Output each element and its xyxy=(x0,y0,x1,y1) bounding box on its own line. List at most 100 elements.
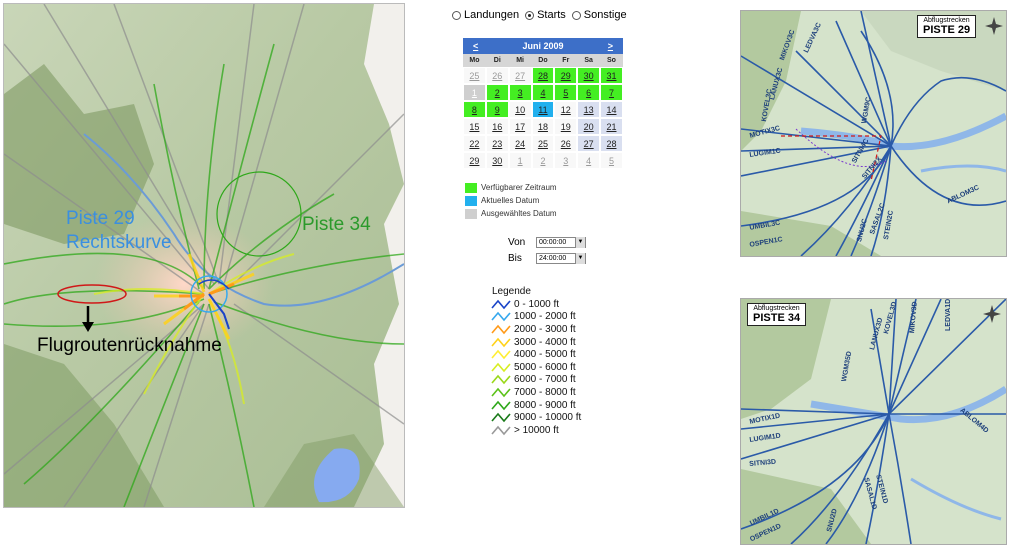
calendar-day[interactable]: 21 xyxy=(600,118,623,135)
time-from-select[interactable]: 00:00:00 ▼ xyxy=(536,236,586,248)
radio-sonstige[interactable]: Sonstige xyxy=(571,9,627,21)
altitude-swatch-icon xyxy=(491,362,511,372)
calendar-day[interactable]: 3 xyxy=(554,152,578,169)
calendar-day[interactable]: 10 xyxy=(508,101,532,118)
calendar-day[interactable]: 20 xyxy=(577,118,601,135)
time-from-row: Von 00:00:00 ▼ xyxy=(508,234,586,250)
radio-landungen-dot[interactable] xyxy=(452,10,461,20)
altitude-legend-label: > 10000 ft xyxy=(514,424,559,436)
altitude-legend-item: 6000 - 7000 ft xyxy=(490,374,581,387)
calendar-day[interactable]: 1 xyxy=(463,84,486,101)
weekday-header: Fr xyxy=(554,54,578,67)
weekday-header: So xyxy=(600,54,623,67)
legend-current: Aktuelles Datum xyxy=(465,194,557,207)
altitude-legend-label: 4000 - 5000 ft xyxy=(514,349,576,361)
legend-available-label: Verfügbarer Zeitraum xyxy=(481,183,557,192)
calendar-day[interactable]: 16 xyxy=(485,118,509,135)
altitude-legend-item: 9000 - 10000 ft xyxy=(490,411,581,424)
altitude-legend-item: 2000 - 3000 ft xyxy=(490,323,581,336)
calendar-day[interactable]: 27 xyxy=(577,135,601,152)
calendar-day[interactable]: 24 xyxy=(508,135,532,152)
weekday-header: Mi xyxy=(508,54,532,67)
calendar-day[interactable]: 15 xyxy=(463,118,486,135)
radio-landungen[interactable]: Landungen xyxy=(452,9,519,21)
altitude-swatch-icon xyxy=(491,425,511,435)
calendar-day[interactable]: 22 xyxy=(463,135,486,152)
radio-starts-label: Starts xyxy=(537,9,566,21)
altitude-legend-items: 0 - 1000 ft 1000 - 2000 ft 2000 - 3000 ft 3… xyxy=(490,298,581,437)
calendar-day[interactable]: 11 xyxy=(531,101,555,118)
altitude-swatch-icon xyxy=(491,400,511,410)
calendar-day[interactable]: 30 xyxy=(577,67,601,84)
chevron-down-icon[interactable]: ▼ xyxy=(575,236,585,248)
next-month-button[interactable]: > xyxy=(608,41,613,51)
calendar-day[interactable]: 30 xyxy=(485,152,509,169)
piste29-caption: Abflugstrecken xyxy=(923,17,970,24)
piste34-caption: Abflugstrecken xyxy=(753,305,800,312)
calendar-day[interactable]: 28 xyxy=(531,67,555,84)
radio-starts-dot[interactable] xyxy=(525,10,535,20)
altitude-legend-item: 0 - 1000 ft xyxy=(490,298,581,311)
prev-month-button[interactable]: < xyxy=(473,41,478,51)
calendar-grid: Mo Di Mi Do Fr Sa So 25 26 27 28 29 30 31 1 2 3 4 5 6 7 8 9 10 1… xyxy=(463,54,623,169)
calendar-day[interactable]: 9 xyxy=(485,101,509,118)
legend-available-swatch xyxy=(465,182,477,193)
calendar-day[interactable]: 31 xyxy=(600,67,623,84)
calendar-day[interactable]: 7 xyxy=(600,84,623,101)
altitude-legend-label: 2000 - 3000 ft xyxy=(514,323,576,335)
main-map-canvas xyxy=(4,4,404,507)
radio-sonstige-dot[interactable] xyxy=(571,10,581,20)
altitude-legend-label: 3000 - 4000 ft xyxy=(514,336,576,348)
calendar-day[interactable]: 6 xyxy=(577,84,601,101)
route-map-piste34[interactable]: Abflugstrecken PISTE 34 KOVEL3D LANUX3D MI… xyxy=(740,298,1007,545)
calendar-day[interactable]: 23 xyxy=(485,135,509,152)
calendar-day[interactable]: 8 xyxy=(463,101,486,118)
altitude-legend-item: 5000 - 6000 ft xyxy=(490,361,581,374)
time-to-value: 24:00:00 xyxy=(539,254,567,262)
calendar-day[interactable]: 2 xyxy=(485,84,509,101)
weekday-header: Mo xyxy=(463,54,486,67)
piste34-title-box: Abflugstrecken PISTE 34 xyxy=(747,303,807,326)
calendar-day[interactable]: 17 xyxy=(508,118,532,135)
main-track-map[interactable]: Piste 29 Rechtskurve Piste 34 Flugrouten… xyxy=(3,3,405,508)
calendar-day[interactable]: 26 xyxy=(554,135,578,152)
calendar-day[interactable]: 2 xyxy=(531,152,555,169)
piste29-title-box: Abflugstrecken PISTE 29 xyxy=(917,15,977,38)
calendar-day[interactable]: 25 xyxy=(463,67,486,84)
calendar-day[interactable]: 4 xyxy=(577,152,601,169)
calendar-day[interactable]: 1 xyxy=(508,152,532,169)
altitude-legend-label: 5000 - 6000 ft xyxy=(514,361,576,373)
calendar-day[interactable]: 28 xyxy=(600,135,623,152)
calendar-day[interactable]: 25 xyxy=(531,135,555,152)
calendar-legend: Verfügbarer Zeitraum Aktuelles Datum Aus… xyxy=(465,181,557,220)
calendar-day[interactable]: 4 xyxy=(531,84,555,101)
calendar-day[interactable]: 29 xyxy=(554,67,578,84)
altitude-swatch-icon xyxy=(491,337,511,347)
altitude-swatch-icon xyxy=(491,375,511,385)
calendar-day[interactable]: 13 xyxy=(577,101,601,118)
piste34-label: Piste 34 xyxy=(302,214,371,235)
altitude-legend-item: 3000 - 4000 ft xyxy=(490,336,581,349)
calendar-day[interactable]: 5 xyxy=(554,84,578,101)
time-to-select[interactable]: 24:00:00 ▼ xyxy=(536,252,586,264)
legend-current-label: Aktuelles Datum xyxy=(481,196,540,205)
altitude-legend-label: 6000 - 7000 ft xyxy=(514,374,576,386)
altitude-legend-item: 4000 - 5000 ft xyxy=(490,348,581,361)
radio-starts[interactable]: Starts xyxy=(525,9,566,21)
time-from-label: Von xyxy=(508,236,526,248)
calendar-day[interactable]: 5 xyxy=(600,152,623,169)
legend-selected: Ausgewähltes Datum xyxy=(465,207,557,220)
calendar-day[interactable]: 18 xyxy=(531,118,555,135)
chevron-down-icon[interactable]: ▼ xyxy=(575,252,585,264)
calendar-day[interactable]: 12 xyxy=(554,101,578,118)
calendar-day[interactable]: 19 xyxy=(554,118,578,135)
calendar-header: < Juni 2009 > xyxy=(463,38,623,54)
calendar-day[interactable]: 29 xyxy=(463,152,486,169)
calendar-day[interactable]: 27 xyxy=(508,67,532,84)
date-calendar: < Juni 2009 > Mo Di Mi Do Fr Sa So 25 26 27 28 29 30… xyxy=(463,38,623,169)
calendar-day[interactable]: 26 xyxy=(485,67,509,84)
calendar-day[interactable]: 14 xyxy=(600,101,623,118)
route-map-piste29[interactable]: Abflugstrecken PISTE 29 MIKOV3C LEDVA3C LA… xyxy=(740,10,1007,257)
calendar-day[interactable]: 3 xyxy=(508,84,532,101)
calendar-month-label: Juni 2009 xyxy=(522,41,564,51)
